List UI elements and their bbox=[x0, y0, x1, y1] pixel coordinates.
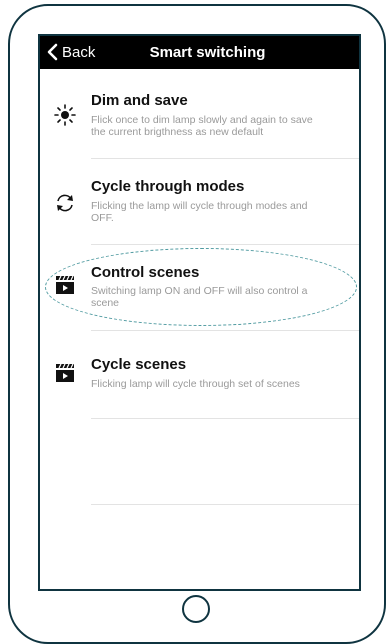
page-title: Smart switching bbox=[149, 44, 266, 61]
home-button[interactable] bbox=[182, 595, 210, 623]
divider bbox=[91, 158, 359, 159]
divider bbox=[91, 418, 359, 419]
sun-icon bbox=[54, 104, 76, 126]
item-title: Cycle scenes bbox=[91, 356, 187, 373]
navigation-bar: Back Smart switching bbox=[40, 36, 359, 69]
list-item-dim-and-save[interactable]: Dim and save Flick once to dim lamp slow… bbox=[40, 86, 359, 156]
item-title: Control scenes bbox=[91, 264, 200, 281]
cycle-arrows-icon bbox=[54, 192, 76, 214]
item-title: Cycle through modes bbox=[91, 178, 245, 195]
item-title: Dim and save bbox=[91, 92, 188, 109]
divider bbox=[91, 504, 359, 505]
item-description: Flicking lamp will cycle through set of … bbox=[91, 378, 300, 390]
item-description: Flicking the lamp will cycle through mod… bbox=[91, 200, 308, 224]
divider bbox=[91, 244, 359, 245]
list-item-control-scenes[interactable]: Control scenes Switching lamp ON and OFF… bbox=[40, 260, 359, 330]
list-item-cycle-scenes[interactable]: Cycle scenes Flicking lamp will cycle th… bbox=[40, 354, 359, 414]
divider bbox=[91, 330, 359, 331]
app-screen: Back Smart switching Dim and save Flick … bbox=[38, 34, 361, 591]
list-item-cycle-through-modes[interactable]: Cycle through modes Flicking the lamp wi… bbox=[40, 174, 359, 244]
clapperboard-icon bbox=[54, 274, 76, 296]
item-description: Switching lamp ON and OFF will also cont… bbox=[91, 285, 308, 309]
clapperboard-icon bbox=[54, 362, 76, 384]
item-description: Flick once to dim lamp slowly and again … bbox=[91, 114, 313, 138]
